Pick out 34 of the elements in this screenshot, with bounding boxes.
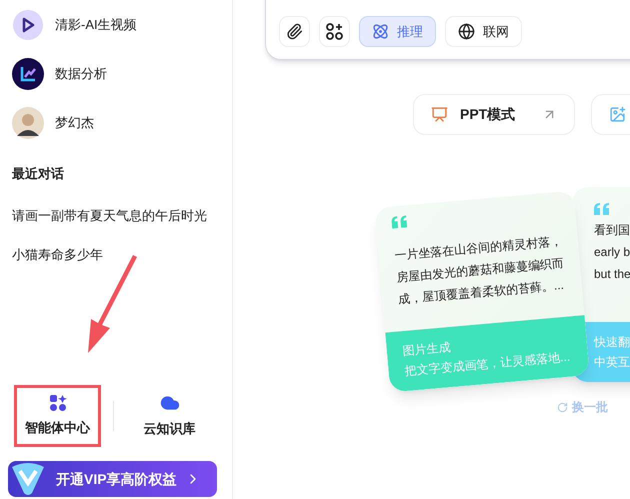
quote-text-line: 看到国 [594, 222, 630, 239]
atom-icon [372, 23, 389, 40]
chat-history-item[interactable]: 请画一副带有夏天气息的午后时光 [12, 206, 224, 225]
image-icon [609, 106, 626, 123]
agent-item[interactable]: 梦幻杰 [12, 107, 224, 139]
card-title: 图片生成 [402, 338, 452, 360]
quote-text-line: early b [594, 244, 630, 261]
globe-icon [458, 23, 475, 40]
prompt-card[interactable]: 一片坐落在山谷间的精灵村落， 房屋由发光的蘑菇和藤蔓编织而 成，屋顶覆盖着柔软的苔藓。... 图片生成 把文字变成画笔，让灵感落地... [374, 190, 590, 392]
refresh-icon [557, 402, 568, 412]
paperclip-icon [286, 23, 303, 40]
quote-text-line: but the [594, 266, 630, 283]
chart-icon [12, 58, 44, 90]
vip-button[interactable]: 开通VIP享高阶权益 [8, 461, 217, 497]
card-title: 快速翻 [594, 334, 630, 351]
apps-icon [326, 23, 343, 40]
agent-item[interactable]: 数据分析 [12, 58, 224, 90]
chat-history-item[interactable]: 小猫寿命多少年 [12, 245, 224, 264]
toolbar-button[interactable]: 联网 [445, 16, 522, 47]
mode-chip[interactable]: PPT模式 [413, 94, 575, 135]
nav-button[interactable]: 云知识库 [126, 385, 213, 447]
card-subtitle: 中英互 [594, 354, 630, 371]
presentation-icon [431, 106, 448, 123]
toolbar-icon-button[interactable] [279, 16, 310, 47]
avatar-icon [12, 107, 44, 139]
toolbar-button[interactable]: 推理 [359, 16, 436, 47]
section-heading: 最近对话 [12, 165, 65, 183]
apps-icon [48, 394, 66, 412]
play-icon [12, 9, 44, 41]
toolbar-icon-button[interactable] [319, 16, 350, 47]
agent-item[interactable]: 清影-AI生视频 [12, 9, 224, 41]
nav-button[interactable]: 智能体中心 [14, 385, 101, 447]
quote-icon [391, 215, 408, 229]
quote-icon [594, 203, 610, 215]
